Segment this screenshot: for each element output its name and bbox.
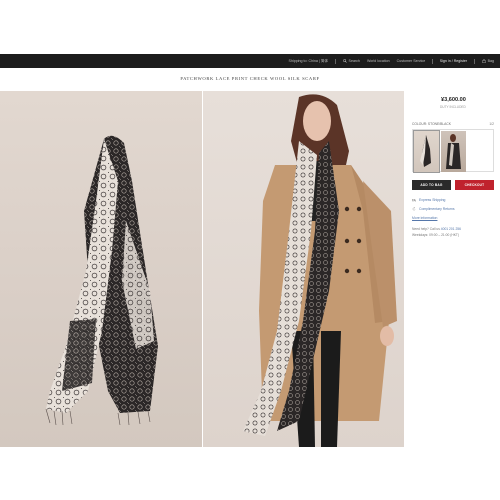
contact-phone-link[interactable]: 4001 201 256 bbox=[441, 227, 461, 231]
colour-swatches bbox=[412, 129, 494, 173]
swatch-model-view[interactable] bbox=[441, 130, 466, 172]
top-navigation-bar: Shipping to: China | 简体 Search World loc… bbox=[0, 54, 500, 68]
customer-service-label: Customer Service bbox=[396, 59, 426, 63]
sign-in-register-link[interactable]: Sign in / Register bbox=[440, 59, 467, 63]
shipping-country-selector[interactable]: Shipping to: China | 简体 bbox=[289, 59, 329, 64]
colour-count[interactable]: 1/2 bbox=[489, 122, 494, 126]
swatch-thumbnail bbox=[446, 133, 461, 169]
model-illustration bbox=[243, 94, 397, 447]
sign-in-label: Sign in / Register bbox=[439, 59, 468, 63]
swatch-stone-black-flat[interactable] bbox=[413, 129, 440, 173]
shipping-country-label: Shipping to: China | 简体 bbox=[288, 58, 329, 63]
add-to-bag-button[interactable]: ADD TO BAG bbox=[412, 180, 451, 190]
complimentary-returns-link[interactable]: Complimentary Returns bbox=[412, 207, 494, 211]
checkout-button[interactable]: CHECKOUT bbox=[455, 180, 494, 190]
search-icon bbox=[342, 59, 347, 63]
shopping-bag-button[interactable]: Bag bbox=[481, 59, 494, 63]
purchase-buttons: ADD TO BAG CHECKOUT bbox=[412, 180, 494, 190]
world-location-label: World location bbox=[366, 59, 390, 63]
colour-label: COLOUR: STONE/BLACK bbox=[412, 122, 451, 126]
swatch-thumbnail bbox=[420, 134, 431, 167]
nav-divider bbox=[474, 58, 475, 64]
service-links: Express Shipping Complimentary Returns M… bbox=[412, 198, 494, 220]
duty-note: DUTY INCLUDED bbox=[440, 105, 466, 109]
truck-icon bbox=[412, 199, 416, 202]
nav-divider bbox=[432, 58, 433, 64]
colour-row: COLOUR: STONE/BLACK 1/2 bbox=[412, 122, 494, 126]
complimentary-returns-label: Complimentary Returns bbox=[419, 207, 455, 211]
product-title: PATCHWORK LACE PRINT CHECK WOOL SILK SCA… bbox=[180, 76, 320, 81]
express-shipping-link[interactable]: Express Shipping bbox=[412, 198, 494, 202]
product-info-panel: ¥3,600.00 DUTY INCLUDED COLOUR: STONE/BL… bbox=[412, 91, 494, 238]
bag-label: Bag bbox=[487, 59, 494, 63]
return-icon bbox=[412, 207, 416, 211]
bag-icon bbox=[481, 59, 486, 63]
express-shipping-label: Express Shipping bbox=[419, 198, 446, 202]
product-price: ¥3,600.00 bbox=[441, 97, 466, 103]
nav-divider bbox=[335, 58, 336, 64]
customer-service-link[interactable]: Customer Service bbox=[397, 59, 426, 63]
contact-info: Need help? Call us 4001 201 256 Weekdays… bbox=[412, 226, 494, 238]
product-image-scarf-flat[interactable] bbox=[0, 91, 202, 447]
scarf-illustration bbox=[45, 135, 158, 426]
more-information-link[interactable]: More information bbox=[412, 216, 494, 220]
contact-hours: Weekdays: 09:00 – 21:00 (HKT) bbox=[412, 233, 460, 237]
product-image-model[interactable] bbox=[203, 91, 404, 447]
world-location-link[interactable]: World location bbox=[367, 59, 390, 63]
search-label: Search bbox=[348, 59, 360, 63]
contact-question: Need help? Call us bbox=[412, 227, 440, 231]
search-button[interactable]: Search bbox=[342, 59, 360, 63]
